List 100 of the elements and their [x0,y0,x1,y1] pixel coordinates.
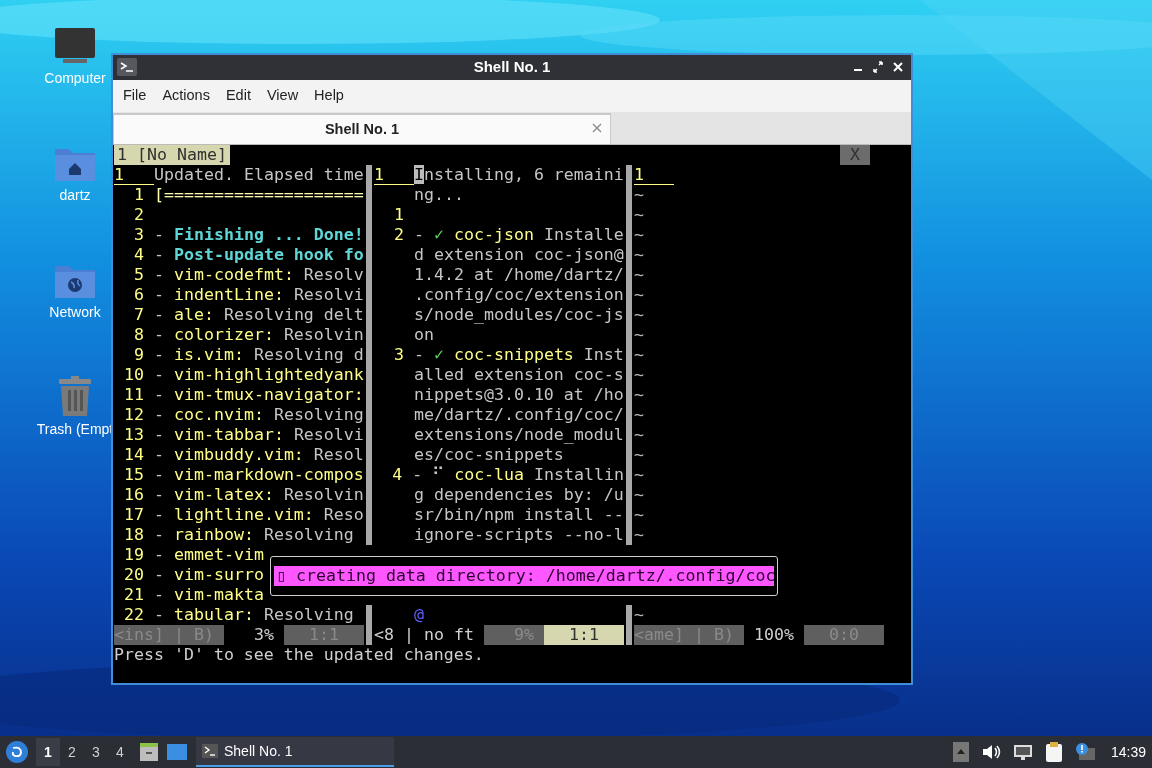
terminal-line: ~ [634,325,644,345]
terminal-line: ~ [634,305,644,325]
terminal-line: [==================== [154,185,364,205]
workspace-button[interactable]: 4 [108,738,132,766]
line-number: 8 [133,325,145,345]
terminal-line: 1.4.2 at /home/dartz/ [414,265,624,285]
line-number: 21 [123,585,145,605]
menu-item[interactable]: View [258,85,307,107]
menu-item[interactable]: Edit [217,85,259,107]
workspace-button[interactable]: 2 [60,738,84,766]
command-line: Press 'D' to see the updated changes. [114,645,485,665]
clock[interactable]: 14:39 [1110,741,1146,763]
terminal-line: Installing, 6 remaini [414,165,624,185]
terminal-line: - vim-codefmt: Resolv [154,265,364,285]
terminal-line: ~ [634,465,644,485]
line-number: 1 [114,165,154,185]
file-manager-icon[interactable] [138,741,160,763]
notification-icon[interactable] [1074,742,1097,762]
terminal-line: ignore-scripts --no-l [414,525,624,545]
terminal-line: - indentLine: Resolvi [154,285,364,305]
terminal-line: ~ [634,225,644,245]
terminal-line: - Post-update hook fo [154,245,364,265]
terminal-line: ~ [634,425,644,445]
icon-label: Network [49,303,101,322]
line-number: 2 [133,205,145,225]
terminal-line: ~ [634,445,644,465]
tab[interactable]: Shell No. 1 [113,113,611,144]
terminal-line: ~ [634,245,644,265]
terminal-line: - rainbow: Resolving [154,525,354,545]
terminal-line: ~ [634,485,644,505]
line-number: 15 [123,465,145,485]
line-number: 2 [393,225,405,245]
line-number: 19 [123,545,145,565]
terminal-line: - vim-latex: Resolvin [154,485,364,505]
line-number: 9 [133,345,145,365]
line-number: 5 [133,265,145,285]
terminal-line: - ✓ coc-json Installe [414,225,624,245]
network-icon[interactable] [1012,743,1033,761]
terminal-line: ~ [634,265,644,285]
workspace-button[interactable]: 3 [84,738,108,766]
window-title: Shell No. 1 [473,57,551,78]
icon-label: dartz [59,186,91,205]
terminal-line: es/coc-snippets [414,445,564,465]
line-number: 1 [133,185,145,205]
terminal-line: - tabular: Resolving [154,605,354,625]
terminal-line: on [414,325,434,345]
line-number: 3 [393,345,405,365]
maximize-icon[interactable] [871,59,885,75]
speaker-icon[interactable] [980,743,1001,761]
start-menu-icon[interactable] [6,741,28,763]
menu-item[interactable]: Help [306,85,352,107]
vim-tab[interactable]: 1 [No Name] [114,145,230,165]
line-number: 13 [123,425,145,445]
line-number: 14 [123,445,145,465]
terminal-line: ~ [634,385,644,405]
workspace-button[interactable]: 1 [36,738,60,766]
terminal-line: - lightline.vim: Reso [154,505,364,525]
line-number: 1 [393,205,405,225]
line-number: 20 [123,565,145,585]
terminal-line: ~ [634,405,644,425]
terminal-line: .config/coc/extension [414,285,624,305]
terminal-line: ~ [634,365,644,385]
line-number: 4 [391,465,404,485]
line-number: 10 [123,365,145,385]
terminal-line: ~ [634,205,644,225]
terminal-line: - colorizer: Resolvin [154,325,364,345]
terminal-line: - Finishing ... Done! [154,225,364,245]
line-number: 7 [133,305,145,325]
terminal-line: Updated. Elapsed time [154,165,364,185]
terminal-line: - vim-highlightedyank [154,365,364,385]
close-tab-icon[interactable] [592,123,602,133]
line-number: 16 [123,485,145,505]
window-icon[interactable] [166,742,188,762]
terminal-line: s/node_modules/coc-js [414,305,624,325]
terminal-line: - is.vim: Resolving d [154,345,364,365]
terminal-line: alled extension coc-s [414,365,624,385]
taskbar-button[interactable]: Shell No. 1 [196,737,394,767]
terminal-line: ~ [634,525,644,545]
clipboard-icon[interactable] [1044,741,1063,763]
terminal-line: me/dartz/.config/coc/ [414,405,624,425]
terminal-icon [117,58,137,76]
terminal-line: - vim-makta [154,585,264,605]
terminal-line: d extension coc-json@ [414,245,624,265]
terminal-icon [202,744,218,758]
line-number: 11 [123,385,145,405]
line-number: 22 [123,605,145,625]
terminal-line: ~ [634,605,644,625]
terminal-line: sr/bin/npm install -- [414,505,624,525]
line-number: 18 [123,525,145,545]
terminal-line: - vim-markdown-compos [154,465,364,485]
menu-item[interactable]: File [115,85,155,107]
terminal-line: - ✓ coc-snippets Inst [414,345,624,365]
line-number: 1 [634,165,674,185]
terminal-line: nippets@3.0.10 at /ho [414,385,624,405]
terminal-line: - emmet-vim [154,545,264,565]
terminal-line: @ [414,605,424,625]
terminal-line: - vim-tmux-navigator: [154,385,364,405]
menu-item[interactable]: Actions [154,85,218,107]
terminal-line: - vim-surro [154,565,264,585]
terminal-line: ng... [414,185,464,205]
